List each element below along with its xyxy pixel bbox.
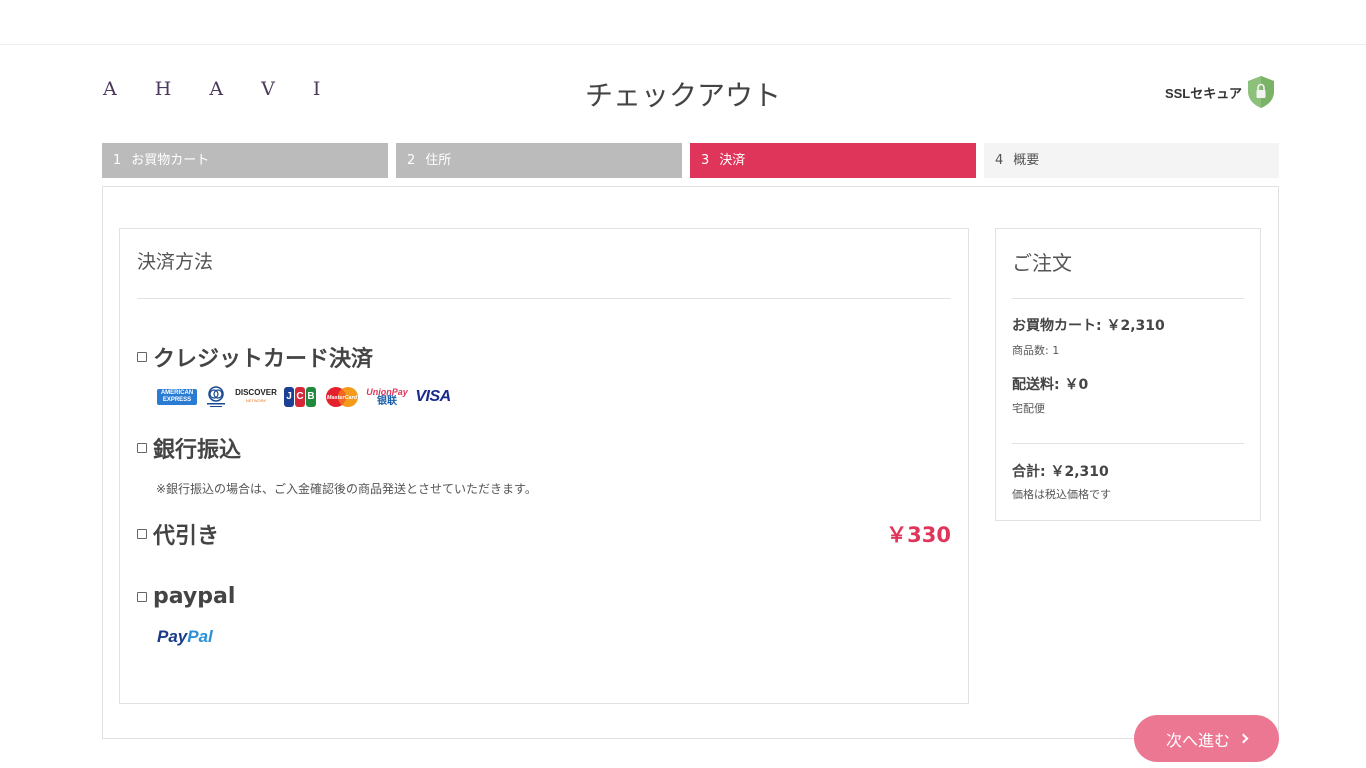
bank-transfer-note: ※銀行振込の場合は、ご入金確認後の商品発送とさせていただきます。 <box>156 482 537 496</box>
unionpay-cn: 银联 <box>377 396 397 407</box>
order-summary-panel: ご注文 お買物カート: ￥2,310 商品数: 1 配送料: ￥0 宅配便 合計… <box>995 228 1261 521</box>
divider <box>137 298 951 299</box>
cod-label[interactable]: 代引き <box>153 518 219 550</box>
order-title: ご注文 <box>1012 251 1072 275</box>
bank-transfer-checkbox[interactable] <box>137 443 147 453</box>
step-label: お買物カート <box>131 153 210 168</box>
paypal-logo-icon: PayPal <box>157 627 951 647</box>
mastercard-icon: MasterCard <box>323 386 361 408</box>
order-item-count: 商品数: 1 <box>1012 344 1060 357</box>
payment-method-panel: 決済方法 クレジットカード決済 AMERICAN EXPRESS DISCOVE… <box>119 228 969 704</box>
bank-transfer-label[interactable]: 銀行振込 <box>153 432 241 464</box>
payment-option-credit-card: クレジットカード決済 AMERICAN EXPRESS DISCOVER NETW… <box>137 341 951 409</box>
card-brand-logos: AMERICAN EXPRESS DISCOVER NETWORK JCB Ma… <box>157 385 951 409</box>
order-shipping-fee: 配送料: ￥0 <box>1012 377 1089 393</box>
discover-icon: DISCOVER NETWORK <box>235 386 277 408</box>
discover-sub: NETWORK <box>245 398 267 403</box>
step-number: 3 <box>701 153 710 168</box>
step-summary: 4 概要 <box>984 143 1279 178</box>
chevron-right-icon <box>1238 733 1249 744</box>
diners-club-icon <box>203 386 229 408</box>
svg-text:MasterCard: MasterCard <box>327 395 358 401</box>
next-step-button[interactable]: 次へ進む <box>1134 715 1279 762</box>
visa-icon: VISA <box>413 386 453 408</box>
unionpay-icon: UnionPay 银联 <box>366 386 408 408</box>
ssl-secure-badge: SSLセキュア <box>1165 75 1276 109</box>
step-number: 1 <box>113 153 122 168</box>
divider <box>1012 443 1244 444</box>
top-bar <box>0 0 1366 45</box>
mastercard-mark: MasterCard <box>326 387 358 407</box>
payment-option-paypal: paypal PayPal <box>137 584 951 647</box>
divider <box>1012 298 1244 299</box>
payment-option-cod: 代引き ￥330 <box>137 518 951 550</box>
step-label: 住所 <box>425 153 452 168</box>
cod-fee: ￥330 <box>886 523 951 547</box>
paypal-logo-pay: Pay <box>157 627 188 646</box>
order-total: 合計: ￥2,310 <box>1012 464 1109 480</box>
step-payment[interactable]: 3 決済 <box>690 143 976 178</box>
diners-club-mark <box>207 386 225 407</box>
ssl-label: SSLセキュア <box>1164 85 1242 101</box>
visa-text: VISA <box>415 388 451 405</box>
order-shipping-method: 宅配便 <box>1012 402 1045 415</box>
payment-panel-title: 決済方法 <box>137 251 214 273</box>
cod-checkbox[interactable] <box>137 529 147 539</box>
checkout-steps: 1 お買物カート 2 住所 3 決済 4 概要 <box>102 143 1279 178</box>
payment-option-bank-transfer: 銀行振込 ※銀行振込の場合は、ご入金確認後の商品発送とさせていただきます。 <box>137 432 951 497</box>
step-address[interactable]: 2 住所 <box>396 143 682 178</box>
step-cart[interactable]: 1 お買物カート <box>102 143 388 178</box>
discover-text: DISCOVER <box>235 388 277 397</box>
paypal-logo-pal: Pal <box>187 627 213 646</box>
paypal-label[interactable]: paypal <box>153 584 235 609</box>
page-title: チェックアウト <box>584 79 781 112</box>
credit-card-label[interactable]: クレジットカード決済 <box>153 341 373 373</box>
order-tax-note: 価格は税込価格です <box>1012 488 1111 501</box>
next-step-label: 次へ進む <box>1165 730 1230 750</box>
step-number: 4 <box>995 153 1004 168</box>
amex-text: AMERICAN EXPRESS <box>160 390 194 403</box>
jcb-icon: JCB <box>283 386 317 408</box>
step-label: 概要 <box>1013 153 1040 168</box>
shield-lock-icon <box>1248 76 1274 108</box>
step-number: 2 <box>407 153 416 168</box>
paypal-checkbox[interactable] <box>137 591 147 602</box>
order-cart-subtotal: お買物カート: ￥2,310 <box>1012 318 1165 334</box>
step-label: 決済 <box>719 153 746 168</box>
amex-icon: AMERICAN EXPRESS <box>157 389 197 405</box>
credit-card-checkbox[interactable] <box>137 352 147 362</box>
